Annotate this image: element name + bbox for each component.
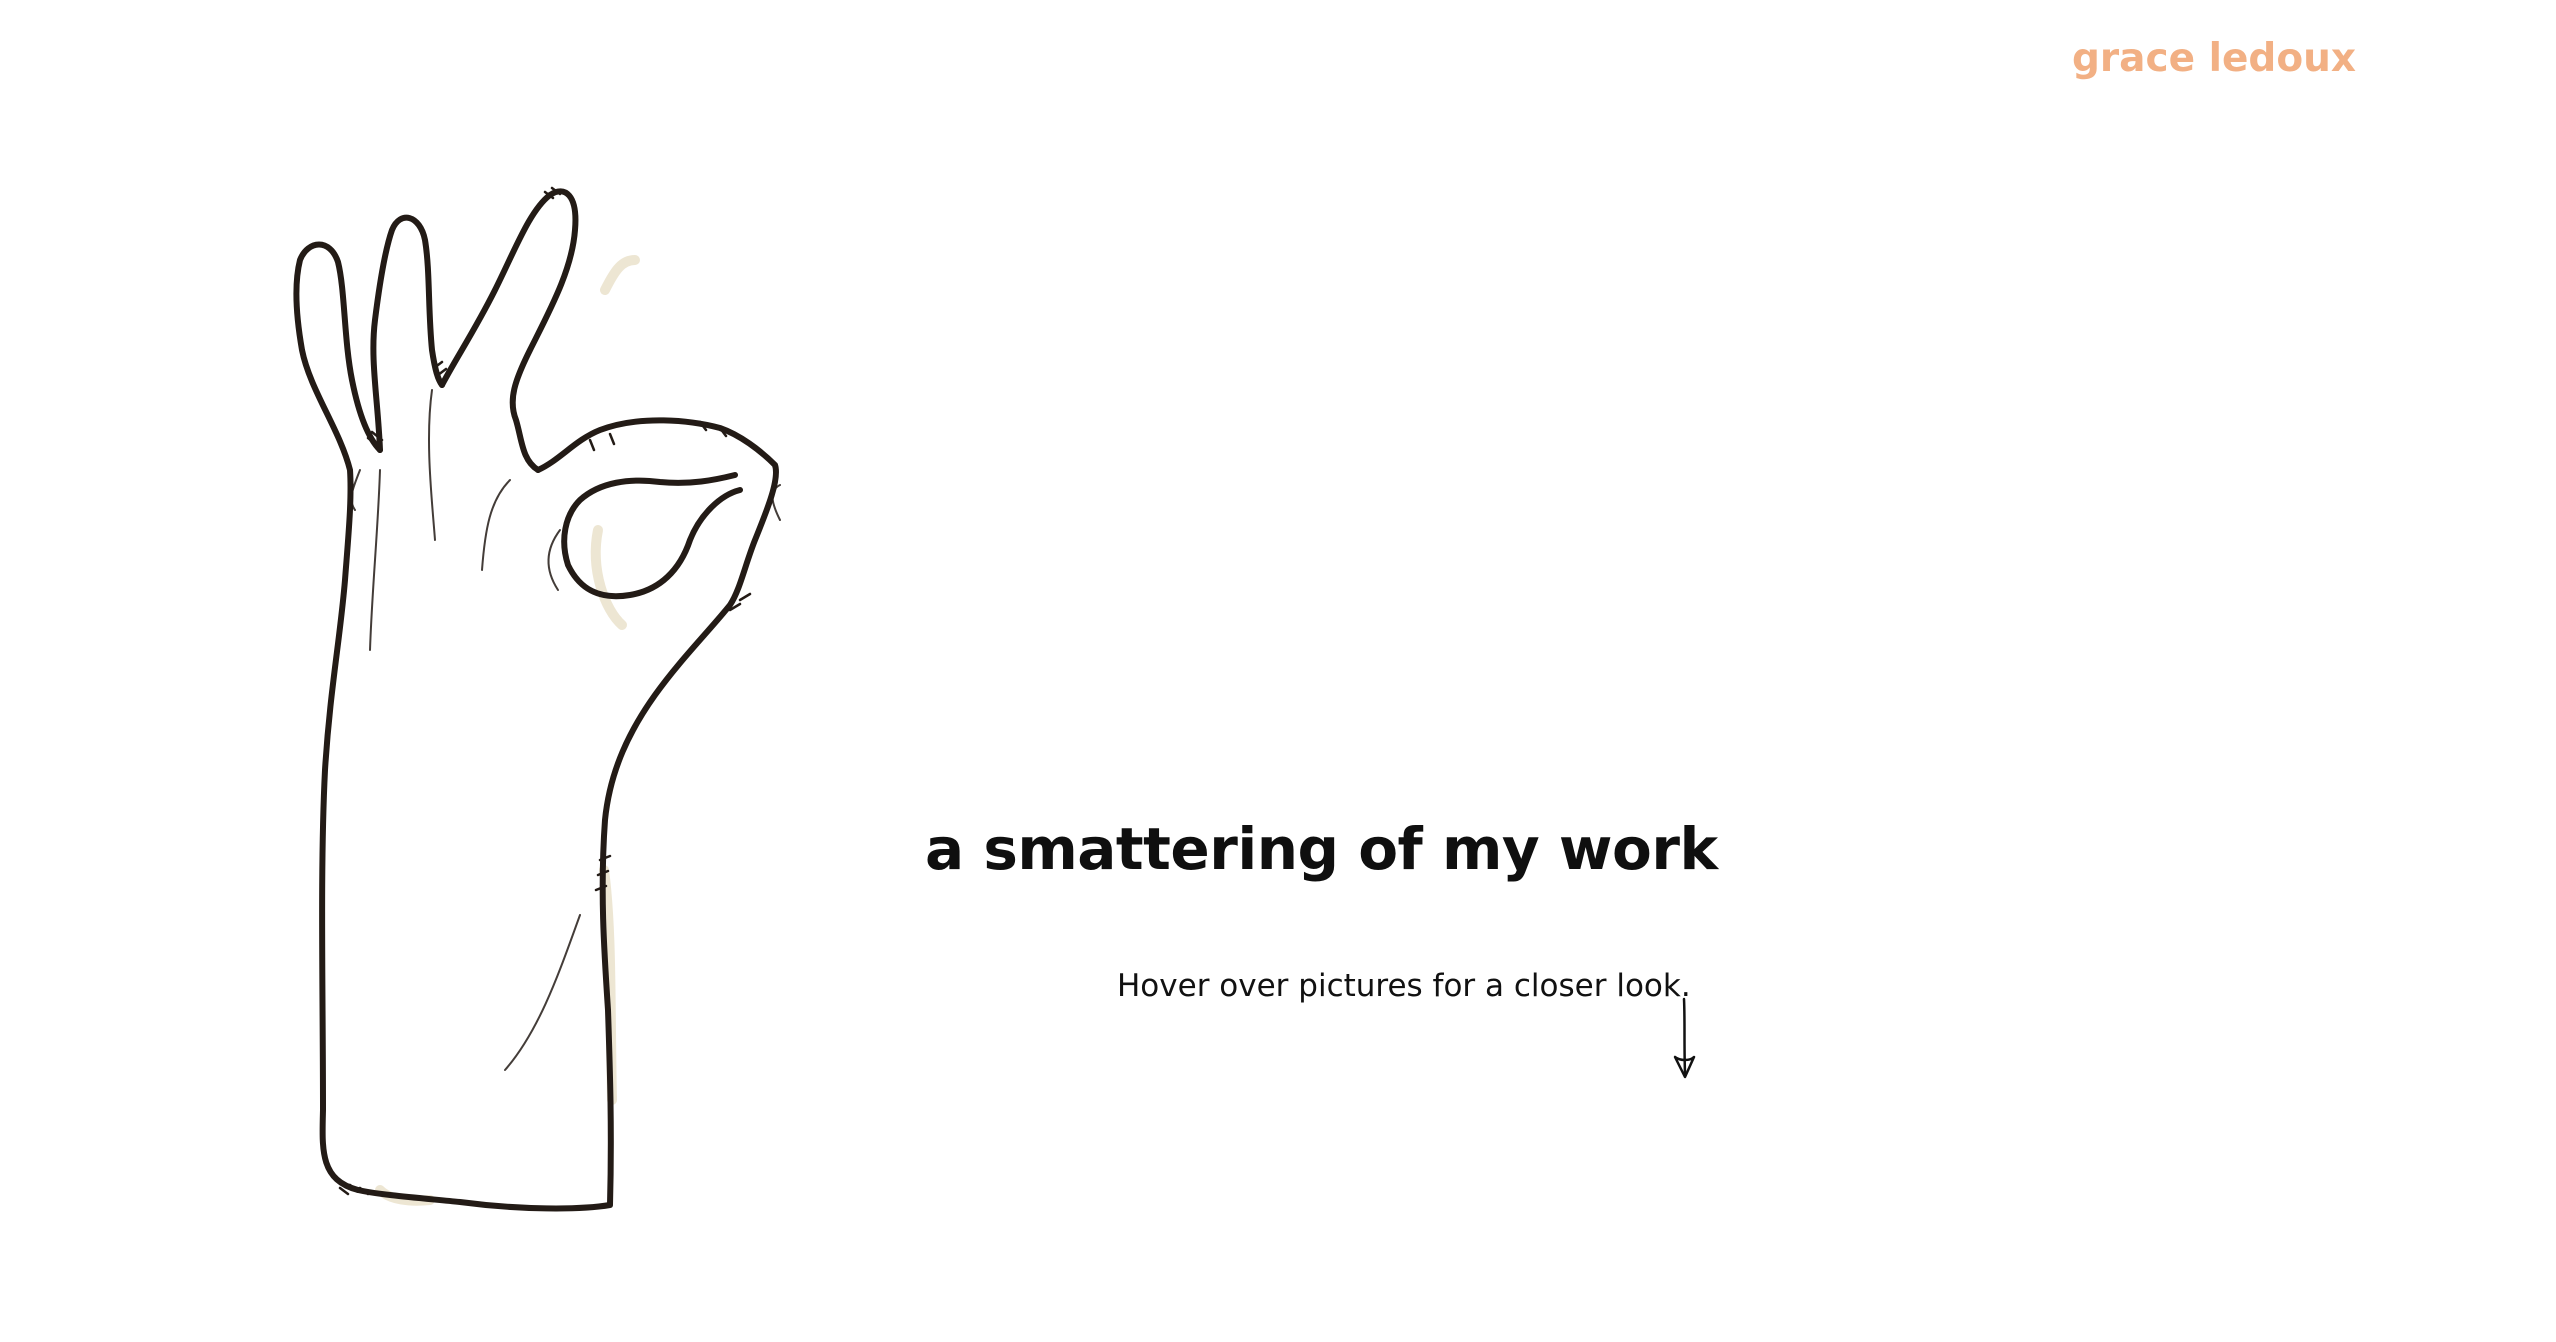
- site-brand-link[interactable]: grace ledoux: [2072, 36, 2356, 81]
- wire-hand-sculpture-image: [293, 186, 781, 1212]
- arrow-down-icon[interactable]: [1665, 995, 1705, 1085]
- hover-hint-text: Hover over pictures for a closer look.: [1117, 968, 1691, 1004]
- section-heading: a smattering of my work: [925, 815, 1718, 883]
